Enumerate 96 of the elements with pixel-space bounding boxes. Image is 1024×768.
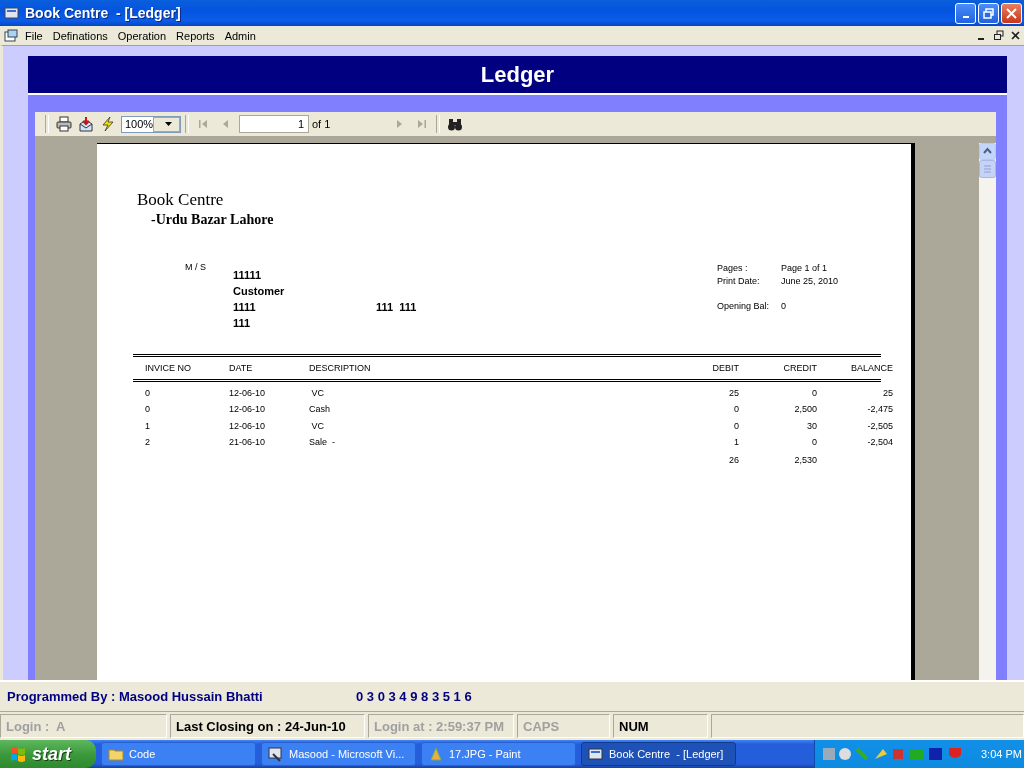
- document-icon: [4, 28, 20, 43]
- mail-export-icon: [78, 116, 94, 132]
- programmer-credit: Programmed By : Masood Hussain Bhatti: [7, 689, 264, 704]
- info-label: Opening Bal:: [717, 301, 771, 311]
- caret-icon: [164, 122, 172, 126]
- minimize-button[interactable]: [955, 2, 976, 24]
- table-cell-text: Sale -: [309, 436, 336, 449]
- customer-line: 11111: [233, 269, 263, 283]
- ms-label: M / S: [184, 262, 207, 274]
- info-label: Pages :: [717, 263, 749, 273]
- total-debit: 26: [728, 455, 739, 468]
- taskbar-button[interactable]: Book Centre - [Ledger]: [581, 742, 736, 766]
- table-cell-text: 0: [145, 388, 151, 400]
- status-panel: CAPS: [517, 714, 610, 738]
- table-cell-text: 25: [728, 388, 739, 400]
- printer-icon: [56, 116, 72, 132]
- table-cell-text: 2,500: [793, 404, 817, 417]
- restore-icon: [983, 7, 994, 19]
- table-cell-text: 0: [811, 436, 817, 449]
- binoculars-icon: [447, 116, 463, 132]
- customer-line: Customer: [233, 285, 286, 299]
- menu-item[interactable]: Definations: [47, 29, 113, 42]
- close-button[interactable]: [1001, 2, 1022, 24]
- close-icon: [1006, 7, 1017, 19]
- minimize-icon: [962, 15, 969, 18]
- column-header: DEBIT: [711, 363, 739, 373]
- app-icon: [588, 746, 604, 762]
- window-title: Book Centre - [Ledger]: [25, 5, 182, 21]
- table-cell-text: 0: [811, 388, 817, 400]
- restore-child-button[interactable]: [991, 29, 1005, 42]
- clock: 3:04 PM: [981, 748, 1022, 760]
- status-panel: Login at : 2:59:37 PM: [368, 714, 514, 738]
- column-header: DATE: [229, 363, 254, 373]
- report-header: Ledger: [28, 56, 1007, 95]
- customer-line: 111 111: [376, 301, 417, 315]
- info-value: 0: [781, 301, 787, 311]
- table-cell-text: 12-06-10: [229, 420, 267, 433]
- table-cell-text: VC: [310, 420, 325, 433]
- table-cell-text: VC: [310, 388, 325, 400]
- zoom-dropdown[interactable]: 100%: [121, 115, 181, 133]
- table-cell-text: 1: [733, 436, 739, 449]
- table-cell-text: 1: [145, 420, 151, 433]
- taskbar-button[interactable]: Masood - Microsoft Vi...: [261, 742, 416, 766]
- total-credit: 2,530: [793, 455, 817, 468]
- table-cell-text: 21-06-10: [229, 436, 267, 449]
- restore-child-icon: [992, 30, 1004, 41]
- taskbar-button[interactable]: 17.JPG - Paint: [421, 742, 576, 766]
- scroll-up-button[interactable]: [979, 143, 996, 160]
- status-panel: NUM: [613, 714, 708, 738]
- table-cell-text: 12-06-10: [229, 388, 267, 400]
- company-name: Book Centre: [137, 190, 225, 210]
- company-address: -Urdu Bazar Lahore: [151, 212, 275, 228]
- info-value: Page 1 of 1: [781, 263, 829, 273]
- printer-button[interactable]: [53, 114, 75, 134]
- phone-number: 0 3 0 3 4 9 8 3 5 1 6: [356, 689, 472, 704]
- page-number-field[interactable]: 1: [239, 115, 309, 133]
- table-cell-text: 0: [145, 404, 151, 417]
- table-cell-text: -2,505: [866, 420, 893, 433]
- scroll-thumb[interactable]: [979, 160, 996, 178]
- page-count: of 1: [312, 118, 332, 130]
- column-header: BALANCE: [849, 363, 893, 373]
- folder-icon: [108, 746, 124, 762]
- info-label: Print Date:: [717, 276, 761, 286]
- menu-item[interactable]: Admin: [219, 29, 261, 42]
- windows-flag-icon: [9, 745, 27, 763]
- table-cell-text: 0: [733, 404, 739, 417]
- customer-line: 1111: [233, 301, 257, 315]
- table-cell-text: 2: [145, 436, 151, 449]
- table-cell-text: Cash: [309, 404, 331, 417]
- menu-item[interactable]: File: [20, 29, 48, 42]
- table-cell-text: -2,475: [866, 404, 893, 417]
- table-cell-text: -2,504: [866, 436, 893, 449]
- start-button[interactable]: start: [0, 740, 96, 768]
- column-header: INVICE NO: [145, 363, 192, 373]
- menu-item[interactable]: Operation: [112, 29, 172, 42]
- app-icon: [4, 6, 20, 20]
- lightning-icon: [100, 116, 116, 132]
- table-cell-text: 0: [733, 420, 739, 433]
- close-child-button[interactable]: [1008, 29, 1022, 42]
- menu-item[interactable]: Reports: [171, 29, 220, 42]
- restore-button[interactable]: [978, 2, 999, 24]
- column-header: CREDIT: [782, 363, 817, 373]
- taskbar-button[interactable]: Code: [101, 742, 256, 766]
- table-cell-text: 12-06-10: [229, 404, 267, 417]
- info-value: June 25, 2010: [781, 276, 839, 286]
- column-header: DESCRIPTION: [309, 363, 372, 373]
- minimize-child-icon: [978, 38, 984, 40]
- customer-line: 111: [233, 317, 252, 331]
- status-panel: Login : A: [0, 714, 167, 738]
- table-cell-text: 25: [882, 388, 893, 400]
- window-icon: [268, 746, 284, 762]
- status-panel: Last Closing on : 24-Jun-10: [170, 714, 365, 738]
- close-child-icon: [1009, 30, 1021, 41]
- table-cell-text: 30: [806, 420, 817, 433]
- vertical-scrollbar[interactable]: [979, 143, 996, 680]
- paint-icon: [428, 746, 444, 762]
